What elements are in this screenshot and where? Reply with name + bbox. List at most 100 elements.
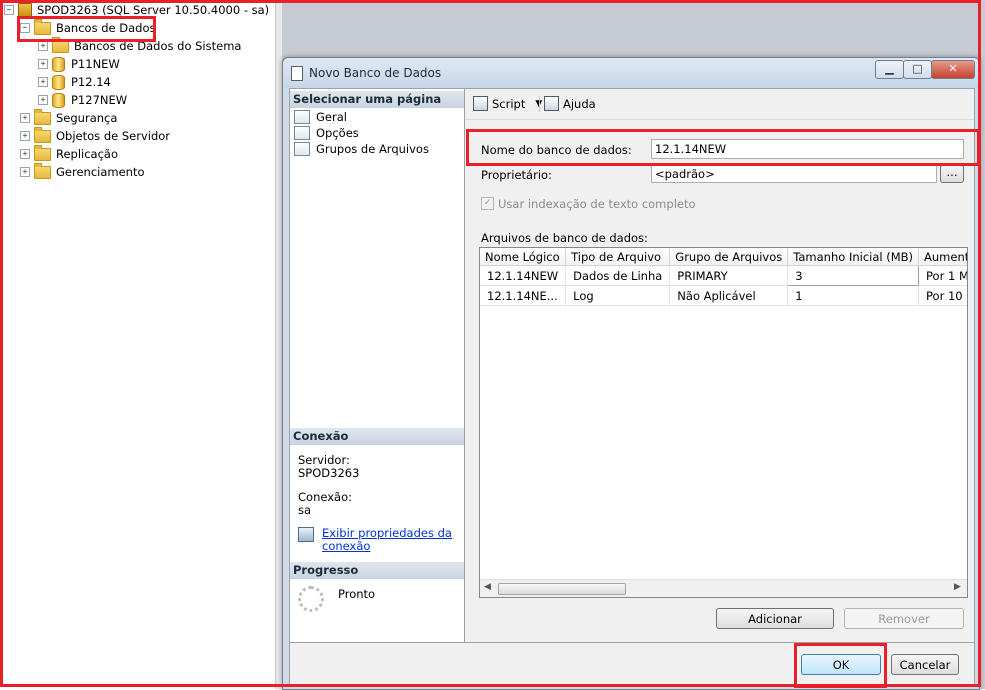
ok-button[interactable]: OK [801, 654, 881, 675]
expand-icon[interactable]: + [38, 41, 48, 51]
collapse-icon[interactable]: − [20, 23, 30, 33]
page-label: Grupos de Arquivos [316, 142, 429, 156]
tree-label: Segurança [56, 111, 118, 125]
page-label: Geral [316, 110, 347, 124]
cancel-button[interactable]: Cancelar [891, 654, 959, 675]
script-button[interactable]: Script ▼ [473, 96, 542, 111]
column-header[interactable]: Aumento Automático [918, 248, 967, 266]
tree-label: Bancos de Dados do Sistema [74, 39, 242, 53]
connection-properties-link-2[interactable]: conexão [322, 539, 370, 553]
select-page-header: Selecionar uma página [290, 91, 464, 108]
tree-label: Objetos de Servidor [56, 129, 171, 143]
table-cell[interactable]: Dados de Linha [565, 265, 671, 286]
tree-node-system-databases[interactable]: + Bancos de Dados do Sistema [38, 36, 242, 55]
expand-icon[interactable]: + [20, 131, 30, 141]
fulltext-checkbox[interactable]: ✓ [481, 197, 494, 210]
dialog-title: Novo Banco de Dados [309, 66, 442, 80]
table-row[interactable]: 12.1.14NEW Dados de Linha PRIMARY 3 Por … [480, 265, 967, 286]
column-header[interactable]: Tipo de Arquivo [565, 248, 671, 266]
expand-icon[interactable]: + [20, 113, 30, 123]
folder-icon [52, 36, 69, 53]
scroll-right-icon[interactable]: ▶ [954, 582, 961, 592]
db-name-input[interactable]: 12.1.14NEW [651, 139, 964, 159]
page-options[interactable]: Opções [294, 125, 359, 141]
database-icon [52, 56, 65, 72]
help-icon [544, 96, 559, 111]
progress-header: Progresso [290, 562, 464, 579]
expand-icon[interactable]: + [20, 167, 30, 177]
expand-icon[interactable]: + [20, 149, 30, 159]
script-label: Script [492, 96, 526, 111]
help-button[interactable]: Ajuda [544, 96, 596, 111]
document-icon [291, 66, 303, 81]
connection-properties-icon [298, 527, 314, 542]
tree-node-database[interactable]: + P11NEW [38, 55, 241, 73]
connection-value: sa [298, 503, 312, 517]
page-selector-pane: Selecionar uma página Geral Opções Grupo… [290, 89, 465, 642]
server-label: Servidor: [298, 453, 350, 467]
table-cell[interactable]: 12.1.14NE... [480, 285, 567, 306]
folder-icon [34, 108, 51, 125]
expand-icon[interactable]: + [38, 59, 48, 69]
tree-node-database[interactable]: + P12.14 [38, 73, 241, 91]
tree-node-databases[interactable]: − Bancos de Dados [20, 18, 156, 37]
close-button[interactable]: ✕ [931, 60, 975, 79]
tree-node-server[interactable]: − SPOD3263 (SQL Server 10.50.4000 - sa) [4, 1, 269, 19]
scroll-left-icon[interactable]: ◀ [484, 582, 491, 592]
folder-icon [34, 144, 51, 161]
table-cell[interactable]: 12.1.14NEW [480, 265, 567, 286]
table-cell[interactable]: Não Aplicável [669, 285, 789, 306]
page-label: Opções [316, 126, 359, 140]
table-cell[interactable]: Log [565, 285, 671, 306]
toolbar-separator [539, 96, 540, 112]
collapse-icon[interactable]: − [4, 5, 14, 15]
expand-icon[interactable]: + [38, 95, 48, 105]
connection-header: Conexão [290, 428, 464, 445]
new-database-dialog: Novo Banco de Dados ▁ □ ✕ Selecionar uma… [282, 57, 980, 690]
object-explorer: − SPOD3263 (SQL Server 10.50.4000 - sa) … [0, 0, 275, 689]
fulltext-label: Usar indexação de texto completo [498, 197, 696, 211]
tree-node-security[interactable]: + Segurança [20, 108, 170, 127]
browse-owner-button[interactable]: ... [940, 165, 964, 183]
tree-node-replication[interactable]: + Replicação [20, 144, 170, 163]
progress-spinner-icon [298, 586, 324, 612]
tree-node-server-objects[interactable]: + Objetos de Servidor [20, 126, 171, 145]
maximize-button[interactable]: □ [903, 60, 932, 79]
column-header[interactable]: Tamanho Inicial (MB) [787, 248, 920, 266]
dialog-client: Selecionar uma página Geral Opções Grupo… [289, 88, 975, 686]
tree-node-database[interactable]: + P127NEW [38, 91, 241, 109]
folder-icon [34, 126, 51, 143]
table-cell[interactable]: 1 [787, 285, 920, 306]
page-filegroups[interactable]: Grupos de Arquivos [294, 141, 429, 157]
table-cell[interactable]: 3 [787, 265, 920, 286]
table-cell[interactable]: Por 1 MB, aume [918, 265, 967, 286]
table-cell[interactable]: PRIMARY [669, 265, 789, 286]
dialog-titlebar[interactable]: Novo Banco de Dados ▁ □ ✕ [283, 58, 979, 88]
connection-properties-link[interactable]: Exibir propriedades da [322, 526, 452, 540]
table-header-row: Nome Lógico Tipo de Arquivo Grupo de Arq… [480, 248, 967, 266]
database-icon [52, 74, 65, 90]
tree-label: Gerenciamento [56, 165, 145, 179]
table-row[interactable]: 12.1.14NE... Log Não Aplicável 1 Por 10 … [480, 285, 967, 306]
connection-label: Conexão: [298, 490, 352, 504]
column-header[interactable]: Grupo de Arquivos [669, 248, 789, 266]
tree-label: Replicação [56, 147, 119, 161]
page-icon [294, 110, 310, 124]
tree-node-management[interactable]: + Gerenciamento [20, 162, 170, 181]
dialog-button-bar: OK Cancelar [465, 642, 974, 686]
grid-horizontal-scrollbar[interactable]: ◀ ▶ [480, 579, 967, 597]
scrollbar-thumb[interactable] [498, 583, 626, 595]
add-file-button[interactable]: Adicionar [716, 608, 834, 629]
owner-input[interactable]: <padrão> [651, 165, 937, 183]
files-label: Arquivos de banco de dados: [481, 231, 648, 245]
table-cell[interactable]: Por 10 por cent [918, 285, 967, 306]
server-icon [18, 2, 32, 18]
database-files-grid: Nome Lógico Tipo de Arquivo Grupo de Arq… [479, 247, 968, 598]
column-header[interactable]: Nome Lógico [480, 248, 567, 266]
remove-file-button[interactable]: Remover [844, 608, 964, 629]
page-general[interactable]: Geral [294, 109, 347, 125]
explorer-scrollbar[interactable] [275, 0, 282, 689]
minimize-button[interactable]: ▁ [875, 60, 904, 79]
expand-icon[interactable]: + [38, 77, 48, 87]
folder-icon [34, 162, 51, 179]
